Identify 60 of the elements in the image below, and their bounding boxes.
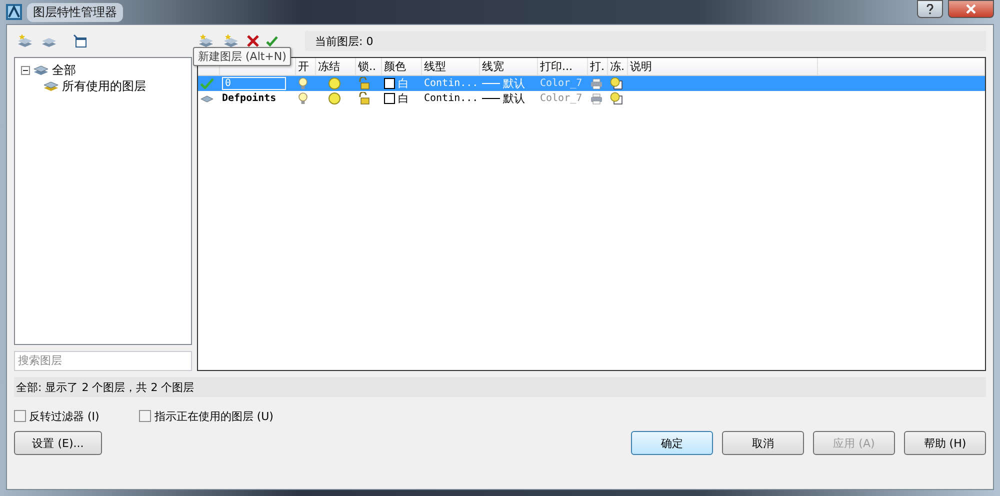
color-name: 白 bbox=[398, 76, 409, 91]
column-header[interactable]: 冻. bbox=[608, 58, 628, 75]
layers-icon bbox=[43, 79, 59, 93]
settings-button[interactable]: 设置 (E)... bbox=[14, 431, 102, 455]
printer-icon[interactable] bbox=[590, 78, 603, 90]
tree-item[interactable]: 所有使用的图层 bbox=[62, 78, 146, 94]
plot-style-text: Color_7 bbox=[540, 93, 582, 104]
status-text: 全部: 显示了 2 个图层，共 2 个图层 bbox=[16, 380, 194, 394]
sun-icon[interactable] bbox=[328, 92, 341, 105]
help-button[interactable] bbox=[917, 0, 943, 18]
linetype-text[interactable]: Contin... bbox=[424, 93, 478, 104]
printer-icon[interactable] bbox=[590, 92, 603, 104]
viewport-sun-icon[interactable] bbox=[610, 77, 623, 90]
column-header[interactable]: 颜色 bbox=[382, 58, 422, 75]
checkbox-label[interactable]: 指示正在使用的图层 (U) bbox=[154, 408, 274, 424]
lineweight-text[interactable]: 默认 bbox=[503, 91, 525, 106]
tooltip: 新建图层 (Alt+N) bbox=[193, 47, 292, 66]
close-icon bbox=[966, 4, 976, 14]
checkbox[interactable] bbox=[14, 410, 26, 422]
current-layer-label: 当前图层: 0 bbox=[315, 34, 374, 48]
dialog-button[interactable]: 帮助 (H) bbox=[904, 431, 986, 455]
column-header[interactable]: 冻结 bbox=[316, 58, 356, 75]
collapse-icon[interactable] bbox=[21, 66, 30, 74]
dialog-button[interactable]: 取消 bbox=[722, 431, 804, 455]
color-swatch[interactable] bbox=[384, 78, 395, 89]
checkmark-icon[interactable] bbox=[266, 35, 278, 47]
close-button[interactable] bbox=[948, 0, 994, 18]
layer-name: Defpoints bbox=[222, 93, 276, 104]
lightbulb-on-icon[interactable] bbox=[298, 77, 308, 90]
layers-icon bbox=[33, 63, 49, 77]
line-sample-icon bbox=[482, 82, 500, 85]
column-header[interactable]: 打. bbox=[588, 58, 608, 75]
checkbox[interactable] bbox=[139, 410, 152, 422]
sun-icon[interactable] bbox=[328, 77, 341, 90]
tree-item[interactable]: 全部 bbox=[52, 62, 76, 78]
state-manager-icon[interactable] bbox=[72, 33, 88, 49]
new-layer-icon[interactable] bbox=[197, 33, 215, 49]
column-header[interactable]: 打印... bbox=[538, 58, 588, 75]
search-field[interactable]: 搜索图层 bbox=[14, 351, 192, 371]
viewport-sun-icon[interactable] bbox=[610, 92, 623, 105]
column-header[interactable]: 线宽 bbox=[480, 58, 538, 75]
plot-style-text: Color_7 bbox=[540, 78, 582, 89]
lock-open-icon[interactable] bbox=[358, 92, 371, 105]
lock-open-icon[interactable] bbox=[358, 77, 371, 90]
column-header[interactable]: 锁.. bbox=[356, 58, 382, 75]
window-title: 图层特性管理器 bbox=[27, 2, 123, 22]
lightbulb-on-icon[interactable] bbox=[298, 92, 308, 105]
color-name: 白 bbox=[398, 91, 409, 106]
color-swatch[interactable] bbox=[384, 93, 395, 104]
column-header[interactable]: 线型 bbox=[422, 58, 480, 75]
line-sample-icon bbox=[482, 97, 500, 100]
app-icon bbox=[6, 4, 22, 20]
column-header[interactable]: 说明 bbox=[628, 58, 818, 75]
checkbox-label[interactable]: 反转过滤器 (I) bbox=[29, 408, 100, 424]
question-icon bbox=[926, 4, 934, 14]
new-filter-icon[interactable] bbox=[16, 33, 34, 49]
dialog-button[interactable]: 确定 bbox=[631, 431, 713, 455]
column-header[interactable]: 开 bbox=[296, 58, 316, 75]
new-layer-frozen-icon[interactable] bbox=[222, 33, 240, 49]
delete-icon[interactable] bbox=[247, 35, 259, 47]
